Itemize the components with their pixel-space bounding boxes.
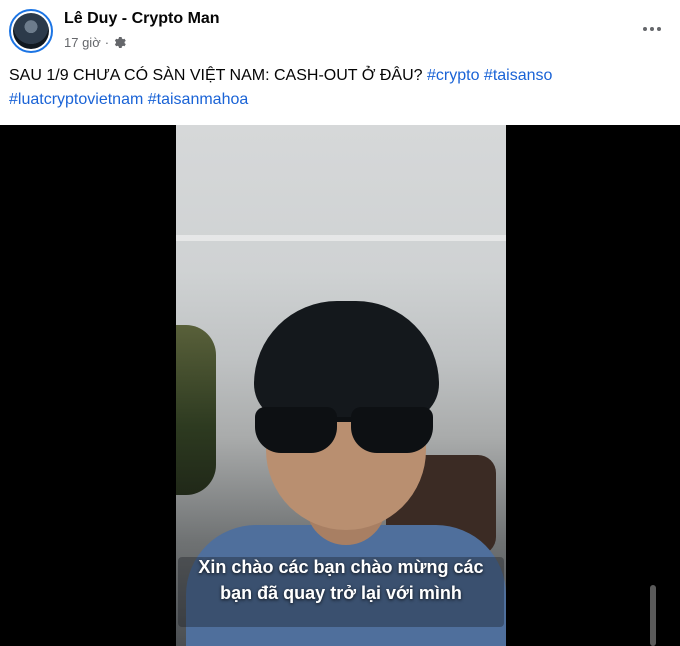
post-meta: 17 giờ · — [64, 35, 126, 50]
author-avatar[interactable] — [9, 9, 53, 53]
subtitle-line: Xin chào các bạn chào mừng các — [198, 557, 484, 577]
hashtag-link[interactable]: #luatcryptovietnam — [9, 91, 143, 108]
person-hair — [254, 301, 439, 421]
video-subtitle: Xin chào các bạn chào mừng các bạn đã qu… — [176, 554, 506, 606]
car-window — [176, 325, 216, 495]
meta-separator: · — [104, 35, 110, 50]
post-caption: SAU 1/9 CHƯA CÓ SÀN VIỆT NAM: CASH-OUT Ở… — [9, 64, 669, 112]
subtitle-line: bạn đã quay trở lại với mình — [220, 583, 462, 603]
sunglasses — [251, 407, 433, 455]
more-options-icon[interactable] — [634, 14, 670, 44]
hashtag-link[interactable]: #crypto — [427, 67, 479, 84]
gear-icon[interactable] — [113, 36, 126, 49]
post-header: Lê Duy - Crypto Man 17 giờ · — [0, 0, 680, 60]
hashtag-link[interactable]: #taisanmahoa — [148, 91, 249, 108]
scrollbar[interactable] — [650, 585, 656, 646]
post-time[interactable]: 17 giờ — [64, 35, 101, 50]
caption-text: SAU 1/9 CHƯA CÓ SÀN VIỆT NAM: CASH-OUT Ở… — [9, 67, 423, 84]
author-name[interactable]: Lê Duy - Crypto Man — [64, 10, 220, 28]
hashtag-link[interactable]: #taisanso — [484, 67, 553, 84]
avatar-image — [13, 13, 49, 49]
